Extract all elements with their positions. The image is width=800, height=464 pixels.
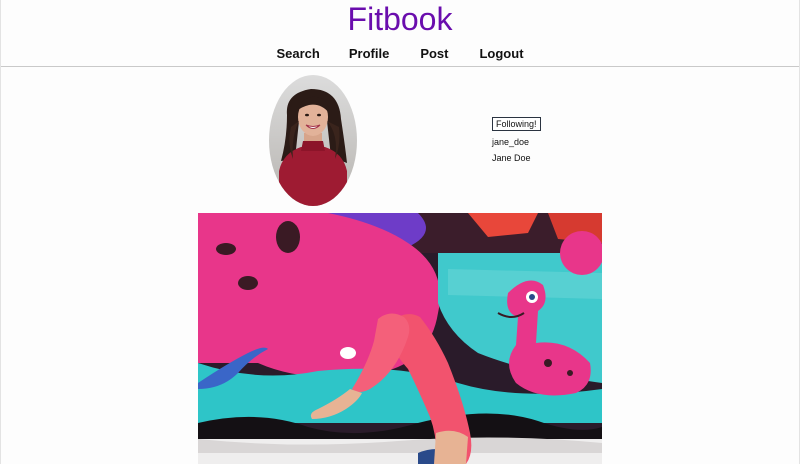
- profile-full-name: Jane Doe: [492, 153, 531, 163]
- nav-logout-link[interactable]: Logout: [479, 44, 523, 64]
- post-image[interactable]: [198, 213, 602, 464]
- nav-profile-link[interactable]: Profile: [349, 44, 389, 64]
- nav-search-link[interactable]: Search: [276, 44, 319, 64]
- following-button[interactable]: Following!: [492, 117, 541, 131]
- nav-post-link[interactable]: Post: [420, 44, 448, 64]
- post-photo: [198, 213, 602, 464]
- profile-avatar: [269, 75, 357, 206]
- profile-username: jane_doe: [492, 137, 530, 147]
- avatar-photo: [269, 75, 357, 206]
- header: Fitbook Search Profile Post Logout: [1, 0, 799, 67]
- brand-title: Fitbook: [347, 1, 453, 37]
- main-nav: Search Profile Post Logout: [1, 44, 799, 64]
- page: Fitbook Search Profile Post Logout Follo…: [0, 0, 800, 464]
